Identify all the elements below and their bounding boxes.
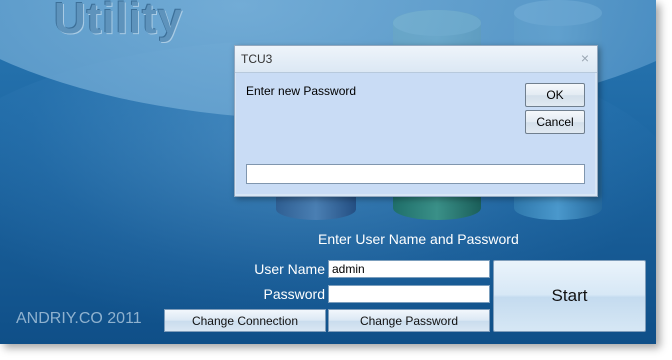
- password-field[interactable]: [328, 285, 490, 303]
- dialog-titlebar[interactable]: TCU3 ×: [235, 46, 597, 73]
- change-password-button[interactable]: Change Password: [328, 309, 490, 332]
- password-label: Password: [263, 286, 325, 302]
- dialog-prompt: Enter new Password: [246, 84, 357, 98]
- username-label: User Name: [254, 261, 325, 277]
- dialog-title: TCU3: [241, 52, 273, 66]
- login-prompt: Enter User Name and Password: [318, 231, 519, 247]
- ok-button[interactable]: OK: [525, 83, 585, 107]
- cancel-button[interactable]: Cancel: [525, 110, 585, 134]
- change-password-dialog: TCU3 × Enter new Password OK Cancel: [234, 45, 598, 197]
- dialog-body: Enter new Password OK Cancel: [236, 73, 595, 194]
- start-button[interactable]: Start: [493, 260, 646, 332]
- change-connection-button[interactable]: Change Connection: [164, 309, 326, 332]
- app-title: Utility: [54, 0, 184, 43]
- copyright-text: ANDRIY.CO 2011: [16, 310, 142, 327]
- username-field[interactable]: admin: [328, 260, 490, 278]
- new-password-input[interactable]: [246, 164, 585, 184]
- close-icon[interactable]: ×: [581, 50, 589, 66]
- app-window: Utility Enter User Name and Password Use…: [0, 0, 656, 344]
